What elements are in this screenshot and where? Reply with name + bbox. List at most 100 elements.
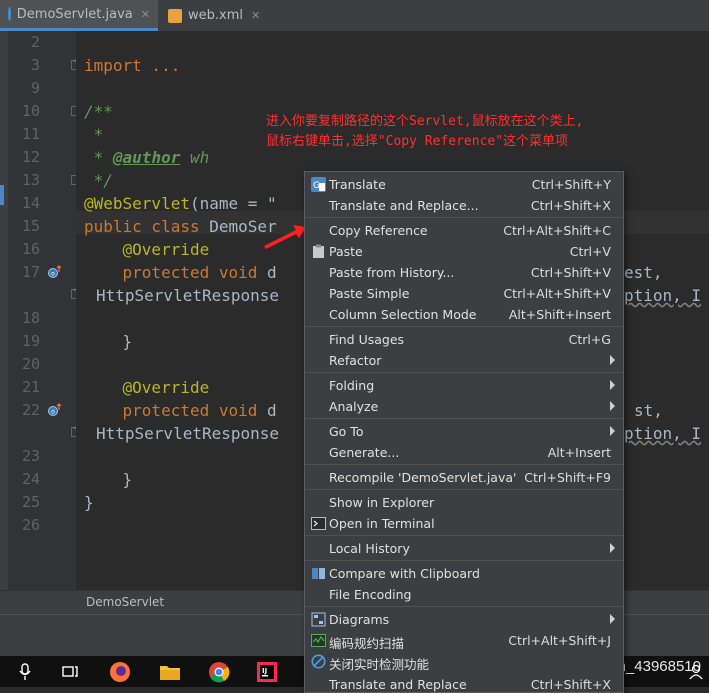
red-arrow-icon — [264, 225, 306, 249]
menu-item-translate-replace[interactable]: Translate and Replace... Ctrl+Shift+X — [305, 195, 623, 216]
menu-item-label: Column Selection Mode — [329, 307, 477, 322]
menu-item-label: Folding — [329, 378, 375, 393]
menu-item-shortcut: Ctrl+Shift+V — [530, 265, 611, 280]
menu-separator — [305, 464, 623, 465]
menu-item-shortcut: Ctrl+Alt+Shift+J — [508, 633, 611, 648]
menu-separator — [305, 326, 623, 327]
line-number: 19 — [21, 332, 40, 350]
line-number: 25 — [21, 493, 40, 511]
xml-file-icon — [168, 8, 182, 23]
menu-item-generate[interactable]: Generate... Alt+Insert — [305, 442, 623, 463]
submenu-arrow-icon — [610, 426, 615, 436]
menu-separator — [305, 372, 623, 373]
menu-item-label: 编码规约扫描 — [329, 636, 405, 651]
override-method-icon[interactable]: o — [48, 403, 62, 417]
menu-item-translate-replace-2[interactable]: Translate and Replace Ctrl+Shift+X — [305, 674, 623, 692]
menu-item-show-in-explorer[interactable]: Show in Explorer — [305, 492, 623, 513]
menu-item-label: Diagrams — [329, 612, 390, 627]
code-line: } — [84, 332, 133, 351]
menu-item-open-in-terminal[interactable]: Open in Terminal — [305, 513, 623, 534]
menu-item-label: Show in Explorer — [329, 495, 435, 510]
override-method-icon[interactable]: o — [48, 265, 62, 279]
menu-item-label: Copy Reference — [329, 223, 428, 238]
code-line: /** — [84, 102, 113, 121]
menu-item-paste-history[interactable]: Paste from History... Ctrl+Shift+V — [305, 262, 623, 283]
code-line: @WebServlet(name = " — [84, 192, 277, 215]
menu-item-find-usages[interactable]: Find Usages Ctrl+G — [305, 329, 623, 350]
submenu-arrow-icon — [610, 401, 615, 411]
line-number: 10 — [21, 102, 40, 120]
menu-item-translate[interactable]: G Translate Ctrl+Shift+Y — [305, 174, 623, 195]
line-number: 17 — [21, 263, 40, 281]
menu-item-go-to[interactable]: Go To — [305, 421, 623, 442]
submenu-arrow-icon — [610, 355, 615, 365]
tab-label: DemoServlet.java — [16, 6, 133, 22]
menu-item-analyze[interactable]: Analyze — [305, 396, 623, 417]
tab-label: web.xml — [188, 8, 243, 23]
left-tool-strip — [0, 31, 8, 597]
menu-item-shortcut: Ctrl+V — [569, 244, 611, 259]
compare-icon — [312, 568, 325, 579]
close-icon[interactable]: ✕ — [251, 9, 260, 22]
menu-item-shortcut: Alt+Insert — [547, 445, 611, 460]
menu-item-paste[interactable]: Paste Ctrl+V — [305, 241, 623, 262]
scan-icon — [311, 634, 326, 647]
javadoc-tag: @author — [112, 148, 181, 167]
breadcrumb[interactable]: DemoServlet — [86, 595, 164, 609]
code-line: import ... — [84, 54, 180, 77]
menu-item-code-scan[interactable]: 编码规约扫描 Ctrl+Alt+Shift+J — [305, 630, 623, 651]
line-number: 18 — [21, 309, 40, 327]
menu-item-label: Find Usages — [329, 332, 405, 347]
menu-item-local-history[interactable]: Local History — [305, 538, 623, 559]
line-number: 22 — [21, 401, 40, 419]
submenu-arrow-icon — [610, 543, 615, 553]
menu-item-refactor[interactable]: Refactor — [305, 350, 623, 371]
menu-item-paste-simple[interactable]: Paste Simple Ctrl+Alt+Shift+V — [305, 283, 623, 304]
menu-item-shortcut: Ctrl+Shift+X — [530, 677, 611, 692]
keyword: import ... — [84, 56, 181, 75]
line-number: 24 — [21, 470, 40, 488]
close-icon[interactable]: ✕ — [141, 8, 150, 21]
menu-item-copy-reference[interactable]: Copy Reference Ctrl+Alt+Shift+C — [305, 220, 623, 241]
menu-item-label: Translate and Replace — [329, 677, 467, 692]
menu-item-label: Generate... — [329, 445, 400, 460]
line-number: 21 — [21, 378, 40, 396]
menu-item-diagrams[interactable]: Diagrams — [305, 609, 623, 630]
menu-separator — [305, 489, 623, 490]
menu-item-shortcut: Ctrl+Alt+Shift+V — [503, 286, 611, 301]
firefox-icon[interactable] — [107, 659, 133, 685]
annotation-note: 进入你要复制路径的这个Servlet,鼠标放在这个类上, 鼠标右键单击,选择"C… — [266, 114, 584, 149]
menu-item-column-selection[interactable]: Column Selection Mode Alt+Shift+Insert — [305, 304, 623, 325]
menu-item-recompile[interactable]: Recompile 'DemoServlet.java' Ctrl+Shift+… — [305, 467, 623, 488]
line-number: 9 — [30, 79, 40, 97]
submenu-arrow-icon — [610, 614, 615, 624]
file-explorer-icon[interactable] — [157, 659, 183, 685]
translate-icon: G — [311, 177, 326, 192]
line-number: 16 — [21, 240, 40, 258]
intellij-icon[interactable]: IJ — [254, 659, 280, 685]
line-number: 11 — [21, 125, 40, 143]
menu-item-file-encoding[interactable]: File Encoding — [305, 584, 623, 605]
code-line: * — [84, 125, 104, 144]
menu-item-shortcut: Ctrl+Shift+X — [530, 198, 611, 213]
menu-item-folding[interactable]: Folding — [305, 375, 623, 396]
disable-icon — [311, 654, 326, 669]
code-line: @Override — [84, 378, 210, 397]
microphone-icon[interactable] — [12, 659, 38, 685]
task-view-icon[interactable] — [57, 659, 83, 685]
code-line: */ — [84, 171, 113, 190]
code-line: public class DemoSer — [84, 215, 277, 238]
svg-text:G: G — [313, 181, 320, 191]
code-line: HttpServletResponse — [96, 286, 280, 305]
menu-item-label: Open in Terminal — [329, 516, 435, 531]
svg-text:o: o — [51, 271, 55, 278]
tab-demoservlet-java[interactable]: DemoServlet.java ✕ — [0, 0, 158, 31]
menu-item-label: Compare with Clipboard — [329, 566, 480, 581]
menu-item-label: File Encoding — [329, 587, 412, 602]
chrome-icon[interactable] — [206, 659, 232, 685]
code-line-right: st, — [634, 401, 663, 420]
menu-item-compare-clipboard[interactable]: Compare with Clipboard — [305, 563, 623, 584]
tab-web-xml[interactable]: web.xml ✕ — [160, 0, 280, 31]
menu-item-disable-realtime-check[interactable]: 关闭实时检测功能 — [305, 651, 623, 672]
line-number: 14 — [21, 194, 40, 212]
